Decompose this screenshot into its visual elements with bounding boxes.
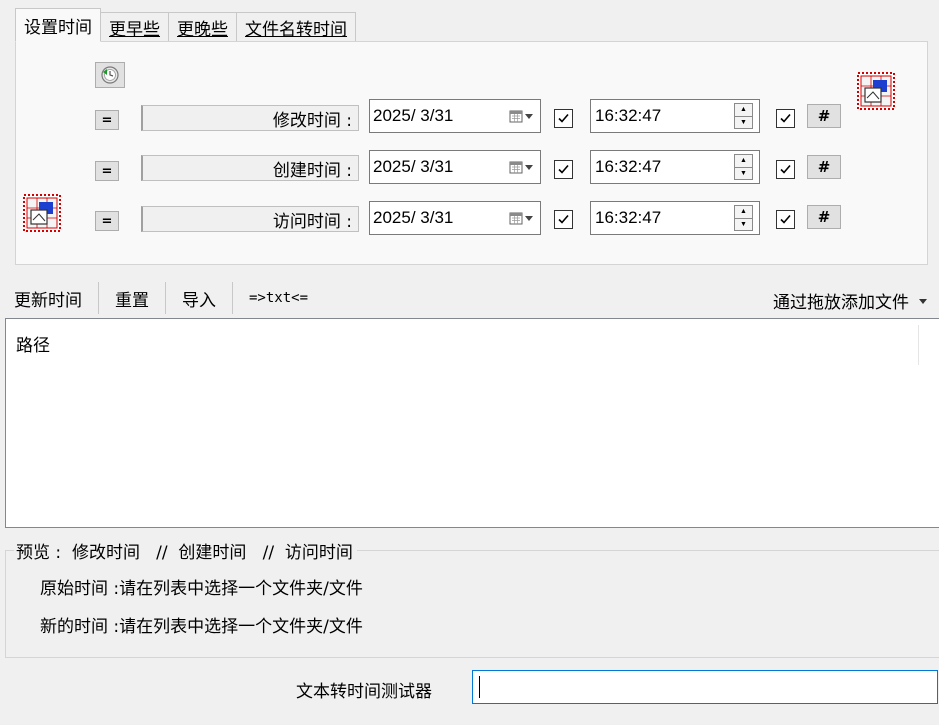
accessed-date-picker[interactable]: 2025/ 3/31 (369, 201, 541, 235)
modified-date-picker[interactable]: 2025/ 3/31 (369, 99, 541, 133)
tab-set-time[interactable]: 设置时间 (15, 8, 101, 42)
original-time-line: 原始时间 :请在列表中选择一个文件夹/文件 (40, 574, 363, 599)
check-icon (558, 164, 569, 174)
time-value: 16:32:47 (595, 106, 662, 125)
text-caret (479, 676, 480, 698)
calendar-grid-icon-2[interactable] (23, 194, 61, 232)
list-header: 路径 (6, 319, 939, 367)
clock-icon (101, 66, 119, 84)
date-value: 2025/ 3/31 (373, 157, 454, 176)
tab-label: 设置时间 (24, 17, 92, 38)
column-separator[interactable] (918, 325, 919, 365)
accessed-time-checkbox[interactable] (776, 210, 795, 229)
spin-up-icon[interactable]: ▲ (734, 103, 753, 116)
original-time-label: 原始时间 : (40, 579, 120, 599)
accessed-hash-button[interactable]: # (807, 205, 841, 229)
created-time-input[interactable]: 16:32:47 ▲ ▼ (590, 150, 760, 184)
created-time-checkbox[interactable] (776, 160, 795, 179)
modified-time-label: 修改时间 : (141, 105, 359, 131)
created-hash-button[interactable]: # (807, 155, 841, 179)
time-spinner[interactable]: ▲ ▼ (734, 205, 753, 231)
new-time-value: 请在列表中选择一个文件夹/文件 (119, 617, 363, 637)
grid-picture-icon (23, 194, 61, 232)
tab-label: 文件名转时间 (245, 20, 347, 40)
check-icon (780, 214, 791, 224)
tab-bar: 设置时间 更早些 更晚些 文件名转时间 (15, 8, 356, 42)
date-value: 2025/ 3/31 (373, 208, 454, 227)
restore-time-button[interactable] (95, 62, 125, 88)
chevron-down-icon (919, 298, 927, 304)
modified-time-input[interactable]: 16:32:47 ▲ ▼ (590, 99, 760, 133)
accessed-date-checkbox[interactable] (554, 210, 573, 229)
tab-label: 更早些 (109, 20, 160, 40)
equal-button-created[interactable]: = (95, 161, 119, 181)
equal-button-modified[interactable]: = (95, 110, 119, 130)
spin-down-icon[interactable]: ▼ (734, 115, 753, 129)
time-value: 16:32:47 (595, 208, 662, 227)
text-to-time-tester-input[interactable] (472, 670, 938, 704)
toolbar-separator (232, 282, 233, 314)
calendar-grid-icon[interactable] (857, 72, 895, 110)
grid-picture-icon (857, 72, 895, 110)
tab-label: 更晚些 (177, 20, 228, 40)
preview-group (5, 550, 939, 658)
check-icon (558, 113, 569, 123)
time-spinner[interactable]: ▲ ▼ (734, 103, 753, 129)
spin-up-icon[interactable]: ▲ (734, 154, 753, 167)
reset-button[interactable]: 重置 (107, 286, 157, 311)
accessed-time-input[interactable]: 16:32:47 ▲ ▼ (590, 201, 760, 235)
spin-down-icon[interactable]: ▼ (734, 166, 753, 180)
new-time-label: 新的时间 : (40, 617, 120, 637)
time-value: 16:32:47 (595, 157, 662, 176)
action-toolbar: 更新时间 重置 导入 =>txt<= (10, 282, 316, 314)
created-date-checkbox[interactable] (554, 160, 573, 179)
original-time-value: 请在列表中选择一个文件夹/文件 (119, 579, 363, 599)
drag-drop-add-files-dropdown[interactable]: 通过拖放添加文件 (773, 288, 929, 313)
created-time-label: 创建时间 : (141, 155, 359, 181)
calendar-dropdown-icon[interactable] (509, 160, 535, 174)
toolbar-separator (165, 282, 166, 314)
label-text: 修改时间 : (272, 110, 352, 131)
equal-button-accessed[interactable]: = (95, 211, 119, 231)
drag-drop-label: 通过拖放添加文件 (773, 293, 909, 313)
text-to-time-tester-label: 文本转时间测试器 (296, 682, 432, 702)
calendar-dropdown-icon[interactable] (509, 211, 535, 225)
label-text: 创建时间 : (272, 160, 352, 181)
export-txt-button[interactable]: =>txt<= (241, 290, 316, 306)
tab-later[interactable]: 更晚些 (168, 12, 237, 42)
check-icon (558, 214, 569, 224)
import-button[interactable]: 导入 (174, 286, 224, 311)
update-time-button[interactable]: 更新时间 (10, 286, 90, 311)
check-icon (780, 113, 791, 123)
spin-up-icon[interactable]: ▲ (734, 205, 753, 218)
check-icon (780, 164, 791, 174)
preview-legend: 预览 : 修改时间 // 创建时间 // 访问时间 (14, 538, 357, 563)
toolbar-separator (98, 282, 99, 314)
modified-hash-button[interactable]: # (807, 104, 841, 128)
modified-date-checkbox[interactable] (554, 109, 573, 128)
tab-earlier[interactable]: 更早些 (100, 12, 169, 42)
file-list[interactable]: 路径 (5, 318, 939, 528)
created-date-picker[interactable]: 2025/ 3/31 (369, 150, 541, 184)
spin-down-icon[interactable]: ▼ (734, 217, 753, 231)
calendar-dropdown-icon[interactable] (509, 109, 535, 123)
modified-time-checkbox[interactable] (776, 109, 795, 128)
date-value: 2025/ 3/31 (373, 106, 454, 125)
tab-filename-to-time[interactable]: 文件名转时间 (236, 12, 356, 42)
accessed-time-label: 访问时间 : (141, 206, 359, 232)
column-header-path[interactable]: 路径 (16, 331, 50, 356)
time-spinner[interactable]: ▲ ▼ (734, 154, 753, 180)
new-time-line: 新的时间 :请在列表中选择一个文件夹/文件 (40, 612, 363, 637)
label-text: 访问时间 : (272, 211, 352, 232)
